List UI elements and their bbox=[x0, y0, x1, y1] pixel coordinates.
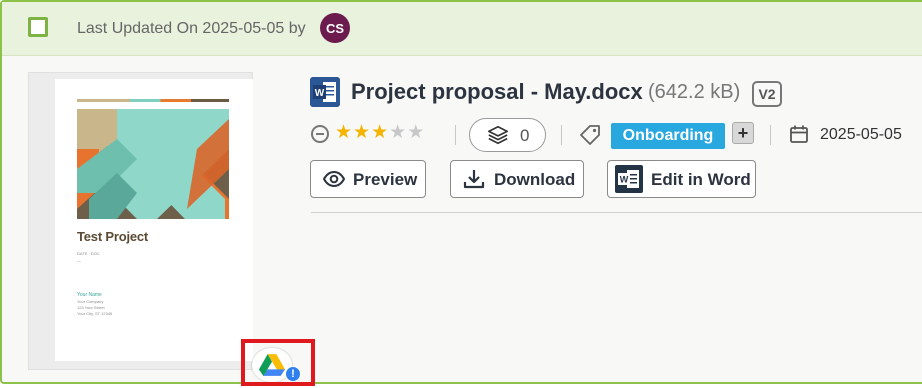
file-date: 2025-05-05 bbox=[820, 126, 902, 143]
eye-icon bbox=[322, 170, 346, 188]
thumbnail-street: 123 Your Street bbox=[77, 305, 105, 310]
plus-icon: + bbox=[737, 123, 749, 143]
add-tag-button[interactable]: + bbox=[732, 122, 754, 144]
thumbnail-header-line bbox=[77, 99, 229, 102]
file-card: Last Updated On 2025-05-05 by CS Test Pr… bbox=[0, 0, 922, 384]
highlight-box bbox=[241, 339, 315, 386]
divider bbox=[561, 125, 562, 145]
star-rating[interactable]: ★★★★★ bbox=[335, 121, 425, 144]
file-title[interactable]: Project proposal - May.docx bbox=[351, 79, 643, 105]
version-badge[interactable]: V2 bbox=[752, 81, 782, 107]
file-size: (642.2 kB) bbox=[648, 81, 741, 103]
clear-rating-icon[interactable] bbox=[311, 125, 329, 143]
edit-in-word-button[interactable]: W Edit in Word bbox=[607, 160, 756, 198]
thumbnail-cover-art bbox=[77, 109, 229, 219]
card-header: Last Updated On 2025-05-05 by CS bbox=[2, 2, 922, 56]
avatar-initials: CS bbox=[325, 20, 345, 36]
word-file-icon: W bbox=[310, 77, 340, 107]
star-icon[interactable]: ★ bbox=[407, 122, 425, 143]
last-updated-text: Last Updated On 2025-05-05 by bbox=[77, 20, 306, 37]
document-thumbnail[interactable]: Test Project DATE · DOC — Your Name Your… bbox=[28, 72, 253, 370]
version-label: V2 bbox=[758, 86, 776, 102]
tag-icon bbox=[580, 125, 600, 145]
thumbnail-doc-title: Test Project bbox=[77, 229, 149, 244]
calendar-icon bbox=[790, 125, 808, 143]
layers-icon bbox=[488, 125, 508, 145]
user-avatar[interactable]: CS bbox=[320, 13, 350, 43]
star-icon[interactable]: ★ bbox=[389, 122, 407, 143]
star-icon[interactable]: ★ bbox=[353, 122, 371, 143]
star-icon[interactable]: ★ bbox=[335, 122, 353, 143]
tag-label: Onboarding bbox=[622, 127, 714, 144]
svg-text:W: W bbox=[620, 175, 629, 185]
thumbnail-company: Your Company bbox=[77, 299, 104, 304]
thumbnail-page: Test Project DATE · DOC — Your Name Your… bbox=[55, 79, 253, 361]
thumbnail-author-name: Your Name bbox=[77, 292, 102, 298]
download-label: Download bbox=[494, 170, 576, 189]
divider bbox=[455, 125, 456, 145]
thumbnail-date-line: DATE · DOC bbox=[77, 251, 100, 256]
layers-button[interactable]: 0 bbox=[469, 118, 546, 152]
tag-onboarding[interactable]: Onboarding bbox=[611, 123, 725, 149]
edit-in-word-label: Edit in Word bbox=[651, 170, 751, 189]
preview-button[interactable]: Preview bbox=[310, 160, 426, 198]
section-divider bbox=[311, 212, 922, 213]
select-checkbox[interactable] bbox=[28, 17, 48, 37]
thumbnail-city: Your City, ST 12345 bbox=[77, 311, 113, 316]
divider bbox=[770, 125, 771, 145]
layers-count: 0 bbox=[520, 126, 530, 145]
svg-text:W: W bbox=[315, 88, 325, 99]
preview-label: Preview bbox=[353, 170, 418, 189]
download-button[interactable]: Download bbox=[450, 160, 584, 198]
download-icon bbox=[463, 170, 485, 189]
thumbnail-dash: — bbox=[77, 258, 81, 263]
star-icon[interactable]: ★ bbox=[371, 122, 389, 143]
word-icon: W bbox=[615, 165, 643, 193]
